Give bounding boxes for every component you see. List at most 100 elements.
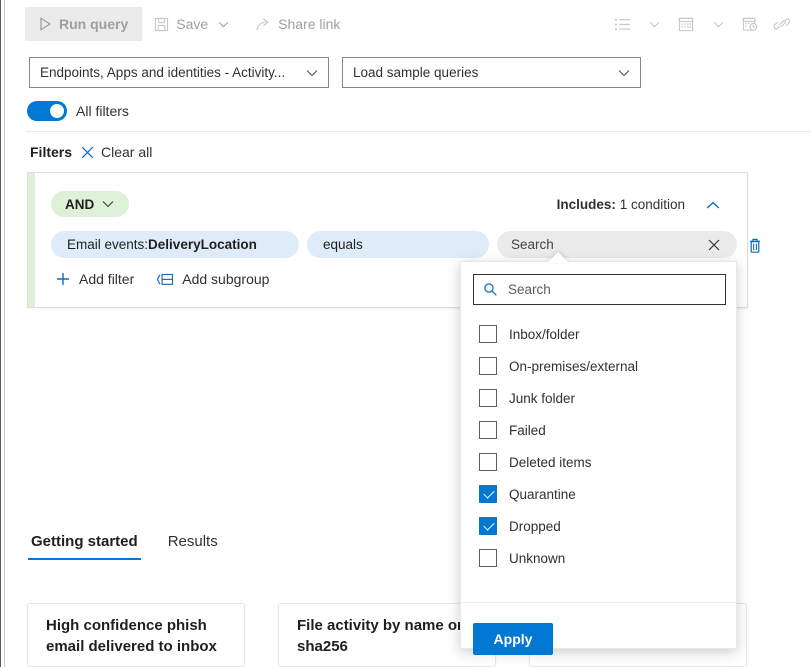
chevron-down-icon <box>102 200 114 208</box>
dropdown-option-label: Quarantine <box>509 487 576 502</box>
group-operator-label: AND <box>65 197 94 212</box>
tab-results-label: Results <box>168 533 218 550</box>
tab-getting-started[interactable]: Getting started <box>28 533 141 560</box>
add-filter-button[interactable]: Add filter <box>55 271 134 287</box>
close-x-icon <box>80 145 95 160</box>
dropdown-option[interactable]: Failed <box>461 414 736 446</box>
checkbox[interactable] <box>479 325 497 343</box>
sample-query-card-title: File activity by name or sha256 <box>297 616 477 657</box>
all-filters-toggle[interactable] <box>27 101 67 121</box>
run-query-label: Run query <box>59 17 128 31</box>
dropdown-option[interactable]: Dropped <box>461 510 736 542</box>
filters-header: Filters Clear all <box>30 144 152 160</box>
dropdown-option-label: On-premises/external <box>509 359 638 374</box>
checkbox[interactable] <box>479 421 497 439</box>
all-filters-label: All filters <box>76 103 129 119</box>
dropdown-option[interactable]: Unknown <box>461 542 736 574</box>
dropdown-search-box[interactable] <box>473 274 726 305</box>
filter-group-stripe <box>28 173 35 307</box>
checkbox[interactable] <box>479 485 497 503</box>
checkbox[interactable] <box>479 389 497 407</box>
callout-beak <box>547 252 569 263</box>
chevron-down-icon[interactable] <box>703 7 733 41</box>
subgroup-icon <box>156 272 174 287</box>
toggle-knob <box>50 104 64 118</box>
clear-all-label: Clear all <box>101 144 152 160</box>
sample-query-card-title: High confidence phish email delivered to… <box>46 616 226 657</box>
dropdown-option[interactable]: Quarantine <box>461 478 736 510</box>
dropdown-option-label: Junk folder <box>509 391 575 406</box>
calendar-icon[interactable] <box>671 7 701 41</box>
save-label: Save <box>176 17 208 31</box>
hunting-query-page: Run query Save <box>0 0 811 667</box>
share-link-button[interactable]: Share link <box>243 7 352 41</box>
save-button[interactable]: Save <box>142 7 243 41</box>
condition-value-field[interactable]: Search <box>497 231 737 258</box>
group-operator-dropdown[interactable]: AND <box>51 191 129 217</box>
clear-all-button[interactable]: Clear all <box>80 144 152 160</box>
dropdown-option[interactable]: Junk folder <box>461 382 736 414</box>
dropdown-footer-divider <box>461 602 736 603</box>
toolbar-left-group: Run query Save <box>5 7 352 41</box>
all-filters-toggle-row: All filters <box>27 101 129 121</box>
dropdown-option-label: Failed <box>509 423 546 438</box>
condition-field-name: DeliveryLocation <box>148 237 257 252</box>
condition-operator-label: equals <box>323 237 363 252</box>
checkbox[interactable] <box>479 517 497 535</box>
group-summary-value: 1 condition <box>620 197 685 212</box>
filter-condition-row: Email events: DeliveryLocation equals Se… <box>51 231 737 259</box>
close-x-icon[interactable] <box>705 236 723 254</box>
command-toolbar: Run query Save <box>5 0 811 48</box>
window-edge-inner <box>4 0 5 667</box>
dropdown-option-label: Deleted items <box>509 455 592 470</box>
share-link-label: Share link <box>278 17 340 31</box>
window-edge-outer <box>0 0 1 667</box>
dropdown-option-label: Inbox/folder <box>509 327 580 342</box>
filters-title: Filters <box>30 144 72 160</box>
link-icon[interactable] <box>767 7 797 41</box>
condition-value-placeholder: Search <box>511 237 554 252</box>
trash-icon[interactable] <box>745 235 765 255</box>
plus-icon <box>55 271 71 287</box>
chevron-down-icon <box>616 69 632 77</box>
load-sample-queries-value: Load sample queries <box>353 65 610 80</box>
chevron-down-icon <box>304 69 320 77</box>
group-summary: Includes: 1 condition <box>557 197 685 212</box>
scope-dropdown-value: Endpoints, Apps and identities - Activit… <box>40 65 298 80</box>
filter-group-actions: Add filter Add subgroup <box>55 271 269 287</box>
dropdown-option-list[interactable]: Inbox/folder On-premises/external Junk f… <box>461 318 736 600</box>
content-tabs: Getting started Results <box>28 533 221 560</box>
dropdown-search-wrapper <box>473 274 726 305</box>
tab-results[interactable]: Results <box>165 533 221 560</box>
play-icon <box>39 17 52 31</box>
section-divider <box>26 131 811 132</box>
dropdown-search-input[interactable] <box>506 281 717 298</box>
dropdown-option[interactable]: On-premises/external <box>461 350 736 382</box>
condition-field-prefix: Email events: <box>67 237 148 252</box>
dropdown-option[interactable]: Deleted items <box>461 446 736 478</box>
scope-dropdown[interactable]: Endpoints, Apps and identities - Activit… <box>29 57 329 88</box>
chevron-down-icon[interactable] <box>639 7 669 41</box>
collapse-group-button[interactable] <box>701 193 725 217</box>
group-summary-prefix: Includes: <box>557 197 616 212</box>
calendar-clock-icon[interactable] <box>735 7 765 41</box>
search-icon <box>483 282 498 297</box>
checkbox[interactable] <box>479 549 497 567</box>
load-sample-queries-dropdown[interactable]: Load sample queries <box>342 57 641 88</box>
condition-operator-pill[interactable]: equals <box>307 231 489 258</box>
checkbox[interactable] <box>479 357 497 375</box>
sample-query-card[interactable]: High confidence phish email delivered to… <box>27 603 245 667</box>
chevron-down-icon[interactable] <box>215 21 231 28</box>
add-subgroup-label: Add subgroup <box>182 271 269 287</box>
tab-getting-started-label: Getting started <box>31 533 138 550</box>
apply-button[interactable]: Apply <box>473 623 553 655</box>
list-icon[interactable] <box>607 7 637 41</box>
condition-field-pill[interactable]: Email events: DeliveryLocation <box>51 231 299 258</box>
save-disk-icon <box>154 17 169 32</box>
toolbar-right-group <box>607 0 797 48</box>
add-subgroup-button[interactable]: Add subgroup <box>156 271 269 287</box>
run-query-button[interactable]: Run query <box>25 7 142 41</box>
dropdown-option-label: Unknown <box>509 551 565 566</box>
dropdown-option[interactable]: Inbox/folder <box>461 318 736 350</box>
checkbox[interactable] <box>479 453 497 471</box>
